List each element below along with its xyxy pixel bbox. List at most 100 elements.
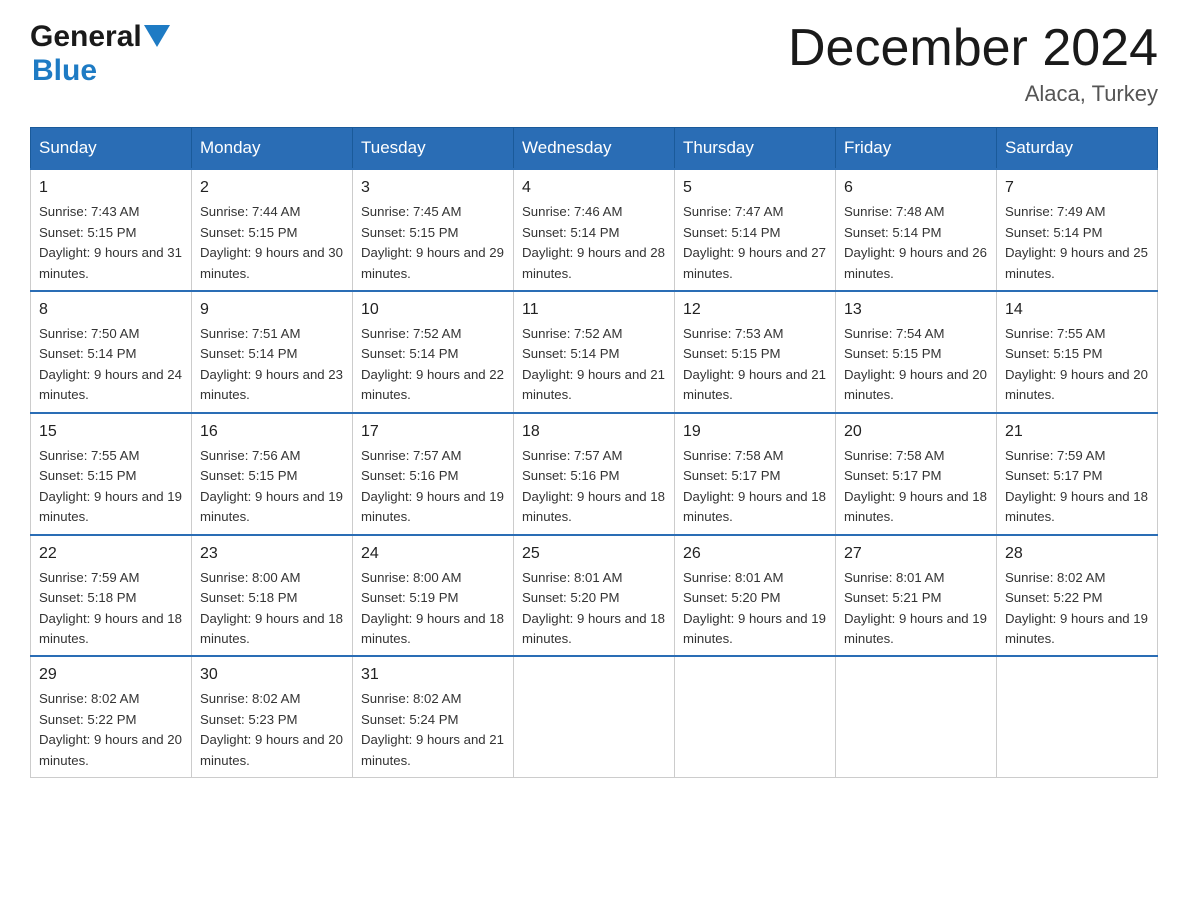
calendar-cell: 8 Sunrise: 7:50 AMSunset: 5:14 PMDayligh… <box>31 291 192 413</box>
calendar-cell: 20 Sunrise: 7:58 AMSunset: 5:17 PMDaylig… <box>836 413 997 535</box>
day-number: 7 <box>1005 176 1149 200</box>
calendar-cell <box>836 656 997 777</box>
col-sunday: Sunday <box>31 128 192 170</box>
header-row: Sunday Monday Tuesday Wednesday Thursday… <box>31 128 1158 170</box>
day-number: 14 <box>1005 298 1149 322</box>
day-number: 31 <box>361 663 505 687</box>
logo: General Blue <box>30 20 170 88</box>
day-number: 5 <box>683 176 827 200</box>
day-number: 13 <box>844 298 988 322</box>
day-info: Sunrise: 7:48 AMSunset: 5:14 PMDaylight:… <box>844 204 987 280</box>
day-info: Sunrise: 8:00 AMSunset: 5:18 PMDaylight:… <box>200 570 343 646</box>
calendar-cell: 2 Sunrise: 7:44 AMSunset: 5:15 PMDayligh… <box>192 169 353 291</box>
day-info: Sunrise: 7:52 AMSunset: 5:14 PMDaylight:… <box>361 326 504 402</box>
calendar-week-row: 29 Sunrise: 8:02 AMSunset: 5:22 PMDaylig… <box>31 656 1158 777</box>
calendar-cell: 26 Sunrise: 8:01 AMSunset: 5:20 PMDaylig… <box>675 535 836 657</box>
calendar-cell: 30 Sunrise: 8:02 AMSunset: 5:23 PMDaylig… <box>192 656 353 777</box>
day-number: 17 <box>361 420 505 444</box>
day-number: 22 <box>39 542 183 566</box>
day-number: 19 <box>683 420 827 444</box>
day-number: 10 <box>361 298 505 322</box>
calendar-cell: 25 Sunrise: 8:01 AMSunset: 5:20 PMDaylig… <box>514 535 675 657</box>
day-number: 18 <box>522 420 666 444</box>
day-info: Sunrise: 7:46 AMSunset: 5:14 PMDaylight:… <box>522 204 665 280</box>
day-info: Sunrise: 7:55 AMSunset: 5:15 PMDaylight:… <box>39 448 182 524</box>
calendar-cell: 3 Sunrise: 7:45 AMSunset: 5:15 PMDayligh… <box>353 169 514 291</box>
logo-arrow-icon <box>144 25 170 51</box>
day-info: Sunrise: 7:59 AMSunset: 5:17 PMDaylight:… <box>1005 448 1148 524</box>
calendar-cell: 15 Sunrise: 7:55 AMSunset: 5:15 PMDaylig… <box>31 413 192 535</box>
calendar-cell: 10 Sunrise: 7:52 AMSunset: 5:14 PMDaylig… <box>353 291 514 413</box>
day-number: 3 <box>361 176 505 200</box>
calendar-cell: 21 Sunrise: 7:59 AMSunset: 5:17 PMDaylig… <box>997 413 1158 535</box>
calendar-body: 1 Sunrise: 7:43 AMSunset: 5:15 PMDayligh… <box>31 169 1158 778</box>
logo-blue-text: Blue <box>32 54 97 87</box>
page-header: General Blue December 2024 Alaca, Turkey <box>30 20 1158 107</box>
day-info: Sunrise: 7:54 AMSunset: 5:15 PMDaylight:… <box>844 326 987 402</box>
col-saturday: Saturday <box>997 128 1158 170</box>
calendar-cell: 17 Sunrise: 7:57 AMSunset: 5:16 PMDaylig… <box>353 413 514 535</box>
day-info: Sunrise: 7:45 AMSunset: 5:15 PMDaylight:… <box>361 204 504 280</box>
calendar-cell: 7 Sunrise: 7:49 AMSunset: 5:14 PMDayligh… <box>997 169 1158 291</box>
day-number: 20 <box>844 420 988 444</box>
day-number: 12 <box>683 298 827 322</box>
day-info: Sunrise: 7:44 AMSunset: 5:15 PMDaylight:… <box>200 204 343 280</box>
day-number: 27 <box>844 542 988 566</box>
day-info: Sunrise: 8:01 AMSunset: 5:20 PMDaylight:… <box>522 570 665 646</box>
calendar-cell: 24 Sunrise: 8:00 AMSunset: 5:19 PMDaylig… <box>353 535 514 657</box>
day-info: Sunrise: 7:52 AMSunset: 5:14 PMDaylight:… <box>522 326 665 402</box>
calendar-cell: 27 Sunrise: 8:01 AMSunset: 5:21 PMDaylig… <box>836 535 997 657</box>
day-number: 2 <box>200 176 344 200</box>
calendar-cell: 31 Sunrise: 8:02 AMSunset: 5:24 PMDaylig… <box>353 656 514 777</box>
day-number: 16 <box>200 420 344 444</box>
day-number: 6 <box>844 176 988 200</box>
calendar-table: Sunday Monday Tuesday Wednesday Thursday… <box>30 127 1158 778</box>
calendar-cell: 12 Sunrise: 7:53 AMSunset: 5:15 PMDaylig… <box>675 291 836 413</box>
day-number: 9 <box>200 298 344 322</box>
calendar-cell: 28 Sunrise: 8:02 AMSunset: 5:22 PMDaylig… <box>997 535 1158 657</box>
calendar-cell: 6 Sunrise: 7:48 AMSunset: 5:14 PMDayligh… <box>836 169 997 291</box>
day-info: Sunrise: 8:02 AMSunset: 5:22 PMDaylight:… <box>39 691 182 767</box>
calendar-cell: 16 Sunrise: 7:56 AMSunset: 5:15 PMDaylig… <box>192 413 353 535</box>
day-number: 24 <box>361 542 505 566</box>
col-friday: Friday <box>836 128 997 170</box>
day-info: Sunrise: 7:47 AMSunset: 5:14 PMDaylight:… <box>683 204 826 280</box>
day-info: Sunrise: 7:49 AMSunset: 5:14 PMDaylight:… <box>1005 204 1148 280</box>
day-info: Sunrise: 8:00 AMSunset: 5:19 PMDaylight:… <box>361 570 504 646</box>
col-monday: Monday <box>192 128 353 170</box>
logo-general-text: General <box>30 20 142 54</box>
calendar-cell <box>514 656 675 777</box>
col-wednesday: Wednesday <box>514 128 675 170</box>
calendar-cell: 5 Sunrise: 7:47 AMSunset: 5:14 PMDayligh… <box>675 169 836 291</box>
calendar-cell: 23 Sunrise: 8:00 AMSunset: 5:18 PMDaylig… <box>192 535 353 657</box>
day-number: 11 <box>522 298 666 322</box>
day-number: 30 <box>200 663 344 687</box>
col-thursday: Thursday <box>675 128 836 170</box>
day-info: Sunrise: 8:02 AMSunset: 5:24 PMDaylight:… <box>361 691 504 767</box>
day-info: Sunrise: 7:53 AMSunset: 5:15 PMDaylight:… <box>683 326 826 402</box>
day-info: Sunrise: 7:56 AMSunset: 5:15 PMDaylight:… <box>200 448 343 524</box>
calendar-week-row: 22 Sunrise: 7:59 AMSunset: 5:18 PMDaylig… <box>31 535 1158 657</box>
calendar-week-row: 8 Sunrise: 7:50 AMSunset: 5:14 PMDayligh… <box>31 291 1158 413</box>
calendar-cell: 29 Sunrise: 8:02 AMSunset: 5:22 PMDaylig… <box>31 656 192 777</box>
calendar-cell <box>675 656 836 777</box>
day-number: 29 <box>39 663 183 687</box>
calendar-week-row: 15 Sunrise: 7:55 AMSunset: 5:15 PMDaylig… <box>31 413 1158 535</box>
day-info: Sunrise: 7:50 AMSunset: 5:14 PMDaylight:… <box>39 326 182 402</box>
day-number: 4 <box>522 176 666 200</box>
calendar-week-row: 1 Sunrise: 7:43 AMSunset: 5:15 PMDayligh… <box>31 169 1158 291</box>
day-number: 28 <box>1005 542 1149 566</box>
calendar-cell: 11 Sunrise: 7:52 AMSunset: 5:14 PMDaylig… <box>514 291 675 413</box>
day-info: Sunrise: 8:02 AMSunset: 5:22 PMDaylight:… <box>1005 570 1148 646</box>
calendar-header: Sunday Monday Tuesday Wednesday Thursday… <box>31 128 1158 170</box>
day-info: Sunrise: 8:01 AMSunset: 5:20 PMDaylight:… <box>683 570 826 646</box>
day-number: 1 <box>39 176 183 200</box>
calendar-cell: 9 Sunrise: 7:51 AMSunset: 5:14 PMDayligh… <box>192 291 353 413</box>
day-number: 26 <box>683 542 827 566</box>
month-title: December 2024 <box>788 20 1158 77</box>
day-number: 21 <box>1005 420 1149 444</box>
day-number: 8 <box>39 298 183 322</box>
day-info: Sunrise: 7:59 AMSunset: 5:18 PMDaylight:… <box>39 570 182 646</box>
day-info: Sunrise: 7:55 AMSunset: 5:15 PMDaylight:… <box>1005 326 1148 402</box>
calendar-cell: 19 Sunrise: 7:58 AMSunset: 5:17 PMDaylig… <box>675 413 836 535</box>
